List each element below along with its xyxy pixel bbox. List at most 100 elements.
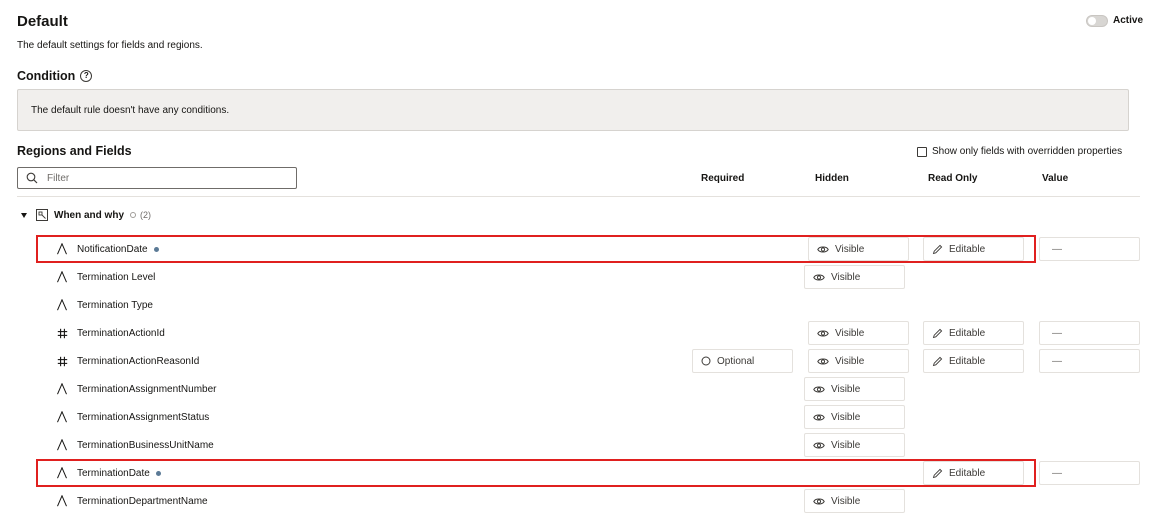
- field-name: NotificationDate: [77, 235, 159, 263]
- hidden-select[interactable]: Visible: [808, 321, 909, 345]
- page-subtitle: The default settings for fields and regi…: [17, 40, 203, 51]
- hidden-select[interactable]: Visible: [804, 433, 905, 457]
- optional-circle-icon: [701, 356, 711, 366]
- eye-icon: [813, 413, 825, 422]
- eye-icon: [813, 441, 825, 450]
- field-name-text: NotificationDate: [77, 243, 148, 255]
- field-name: Termination Level: [77, 263, 155, 291]
- field-name: TerminationDepartmentName: [77, 487, 208, 515]
- read-only-select[interactable]: Editable: [923, 461, 1024, 485]
- value-field[interactable]: —: [1039, 349, 1140, 373]
- hidden-select[interactable]: Visible: [804, 377, 905, 401]
- field-name-text: TerminationDepartmentName: [77, 495, 208, 507]
- value-field[interactable]: —: [1039, 461, 1140, 485]
- show-overridden-label: Show only fields with overridden propert…: [932, 146, 1123, 157]
- help-icon[interactable]: ?: [80, 70, 93, 82]
- eye-icon: [813, 497, 825, 506]
- field-row[interactable]: TerminationAssignmentStatus Visible: [0, 403, 1152, 431]
- value-field[interactable]: —: [1039, 321, 1140, 345]
- hidden-value: Visible: [831, 383, 861, 395]
- column-header-hidden: Hidden: [815, 173, 849, 184]
- regions-fields-title: Regions and Fields: [17, 144, 132, 158]
- condition-text: The default rule doesn't have any condit…: [31, 105, 230, 116]
- number-field-icon: [55, 319, 69, 347]
- field-row[interactable]: TerminationBusinessUnitName Visible: [0, 431, 1152, 459]
- condition-panel: The default rule doesn't have any condit…: [17, 89, 1129, 131]
- hidden-value: Visible: [835, 327, 865, 339]
- page-title: Default: [17, 13, 68, 30]
- field-name-text: TerminationActionId: [77, 327, 165, 339]
- text-field-icon: [55, 487, 69, 515]
- read-only-select[interactable]: Editable: [923, 321, 1024, 345]
- region-group-name: When and why: [54, 209, 124, 221]
- field-name-text: TerminationDate: [77, 467, 150, 479]
- eye-icon: [817, 245, 829, 254]
- status-ring-icon: [130, 212, 136, 218]
- field-name-text: Termination Type: [77, 299, 153, 311]
- hidden-select[interactable]: Visible: [804, 489, 905, 513]
- field-row[interactable]: TerminationActionId Visible Editable —: [0, 319, 1152, 347]
- required-select[interactable]: Optional: [692, 349, 793, 373]
- field-name-text: Termination Level: [77, 271, 156, 283]
- hidden-select[interactable]: Visible: [808, 349, 909, 373]
- column-header-read-only: Read Only: [928, 173, 978, 184]
- column-header-value: Value: [1042, 173, 1069, 184]
- read-only-value: Editable: [949, 355, 986, 367]
- show-overridden-checkbox[interactable]: [917, 146, 927, 157]
- read-only-value: Editable: [949, 467, 986, 479]
- text-field-icon: [55, 403, 69, 431]
- collapse-caret-icon[interactable]: [21, 212, 27, 218]
- field-name: TerminationBusinessUnitName: [77, 431, 214, 459]
- read-only-value: Editable: [949, 243, 986, 255]
- field-name-text: TerminationAssignmentNumber: [77, 383, 217, 395]
- field-name-text: TerminationAssignmentStatus: [77, 411, 210, 423]
- active-toggle[interactable]: [1086, 15, 1108, 27]
- value-text: —: [1052, 355, 1062, 367]
- field-name: TerminationActionReasonId: [77, 347, 199, 375]
- read-only-select[interactable]: Editable: [923, 349, 1024, 373]
- field-name: TerminationActionId: [77, 319, 165, 347]
- pencil-icon: [932, 468, 943, 479]
- pencil-icon: [932, 328, 943, 339]
- field-name: Termination Type: [77, 291, 153, 319]
- field-row[interactable]: TerminationDepartmentName Visible: [0, 487, 1152, 515]
- field-row[interactable]: Termination Level Visible: [0, 263, 1152, 291]
- condition-heading: Condition ?: [17, 69, 93, 83]
- field-name: TerminationAssignmentNumber: [77, 375, 217, 403]
- required-value: Optional: [717, 355, 755, 367]
- filter-field[interactable]: [17, 167, 297, 189]
- eye-icon: [817, 329, 829, 338]
- hidden-value: Visible: [831, 411, 861, 423]
- filter-input[interactable]: [47, 172, 277, 184]
- column-header-required: Required: [701, 173, 745, 184]
- hidden-select[interactable]: Visible: [808, 237, 909, 261]
- modified-indicator-dot: [153, 246, 159, 252]
- show-overridden-option[interactable]: Show only fields with overridden propert…: [917, 146, 1122, 157]
- read-only-value: Editable: [949, 327, 986, 339]
- read-only-select[interactable]: Editable: [923, 237, 1024, 261]
- field-row[interactable]: TerminationAssignmentNumber Visible: [0, 375, 1152, 403]
- eye-icon: [813, 385, 825, 394]
- search-icon: [26, 172, 38, 184]
- field-row[interactable]: TerminationActionReasonId Optional Visible…: [0, 347, 1152, 375]
- hidden-value: Visible: [835, 243, 865, 255]
- region-icon: [36, 209, 48, 221]
- value-field[interactable]: —: [1039, 237, 1140, 261]
- pencil-icon: [932, 356, 943, 367]
- text-field-icon: [55, 263, 69, 291]
- text-field-icon: [55, 291, 69, 319]
- region-group-count: (2): [130, 210, 151, 220]
- pencil-icon: [932, 244, 943, 255]
- text-field-icon: [55, 431, 69, 459]
- hidden-select[interactable]: Visible: [804, 405, 905, 429]
- hidden-select[interactable]: Visible: [804, 265, 905, 289]
- text-field-icon: [55, 459, 69, 487]
- text-field-icon: [55, 375, 69, 403]
- field-row[interactable]: TerminationDate Editable —: [0, 459, 1152, 487]
- field-row[interactable]: NotificationDate Visible Editable —: [0, 235, 1152, 263]
- region-group-row[interactable]: When and why (2): [21, 209, 151, 221]
- field-row[interactable]: Termination Type: [0, 291, 1152, 319]
- text-field-icon: [55, 235, 69, 263]
- value-text: —: [1052, 327, 1062, 339]
- field-name: TerminationDate: [77, 459, 161, 487]
